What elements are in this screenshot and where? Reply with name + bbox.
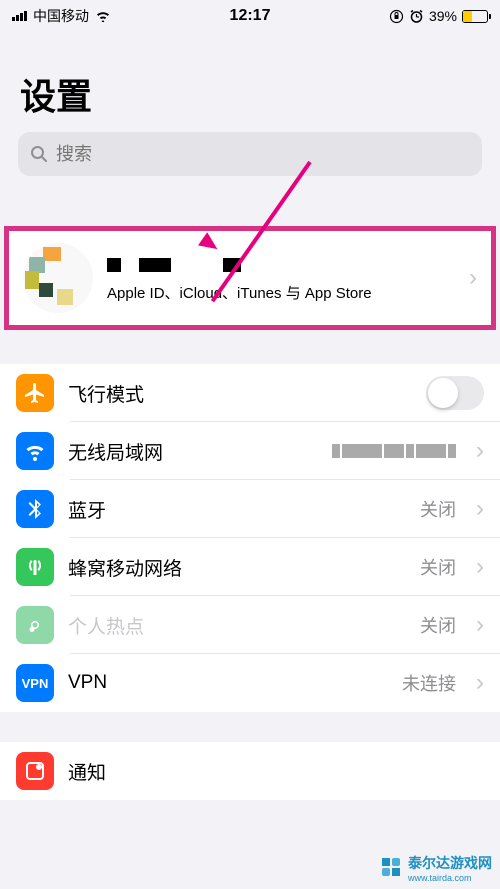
row-label: 无线局域网 <box>68 438 318 465</box>
status-bar: 中国移动 12:17 39% <box>0 0 500 32</box>
row-label: 个人热点 <box>68 612 406 639</box>
row-label: VPN <box>68 672 388 694</box>
notifications-icon <box>16 752 54 790</box>
search-input[interactable] <box>56 144 470 165</box>
wifi-icon <box>16 432 54 470</box>
row-label: 飞行模式 <box>68 380 412 407</box>
avatar <box>23 243 93 313</box>
search-icon <box>30 145 48 163</box>
hotspot-icon <box>16 606 54 644</box>
search-bar[interactable] <box>18 132 482 176</box>
vpn-icon: VPN <box>16 664 54 702</box>
row-cellular[interactable]: 蜂窝移动网络 关闭 › <box>0 538 500 596</box>
account-row[interactable]: Apple ID、iCloud、iTunes 与 App Store › <box>9 231 491 325</box>
account-name-redacted <box>107 254 449 272</box>
wifi-status-icon <box>95 10 111 22</box>
row-label: 通知 <box>68 758 484 785</box>
watermark: 泰尔达游戏网 www.tairda.com <box>380 853 492 883</box>
clock: 12:17 <box>171 7 330 25</box>
chevron-right-icon: › <box>476 669 484 697</box>
row-hotspot[interactable]: 个人热点 关闭 › <box>0 596 500 654</box>
row-airplane-mode[interactable]: 飞行模式 <box>0 364 500 422</box>
highlight-frame: Apple ID、iCloud、iTunes 与 App Store › <box>4 226 496 330</box>
row-value: 关闭 <box>420 496 456 522</box>
row-bluetooth[interactable]: 蓝牙 关闭 › <box>0 480 500 538</box>
signal-icon <box>12 11 27 21</box>
alarm-icon <box>409 9 424 24</box>
airplane-icon <box>16 374 54 412</box>
airplane-toggle[interactable] <box>426 376 484 410</box>
lock-rotation-icon <box>389 9 404 24</box>
cellular-icon <box>16 548 54 586</box>
chevron-right-icon: › <box>476 611 484 639</box>
row-value: 关闭 <box>420 612 456 638</box>
row-value: 关闭 <box>420 554 456 580</box>
chevron-right-icon: › <box>476 553 484 581</box>
chevron-right-icon: › <box>469 264 477 292</box>
row-wifi[interactable]: 无线局域网 › <box>0 422 500 480</box>
row-value: 未连接 <box>402 670 456 696</box>
row-label: 蓝牙 <box>68 496 406 523</box>
page-title: 设置 <box>20 68 480 120</box>
row-label: 蜂窝移动网络 <box>68 554 406 581</box>
wifi-value-redacted <box>332 444 456 458</box>
bluetooth-icon <box>16 490 54 528</box>
battery-percent: 39% <box>429 8 457 24</box>
carrier-label: 中国移动 <box>33 6 89 26</box>
account-subtitle: Apple ID、iCloud、iTunes 与 App Store <box>107 282 449 303</box>
chevron-right-icon: › <box>476 495 484 523</box>
battery-icon <box>462 10 488 23</box>
row-vpn[interactable]: VPN VPN 未连接 › <box>0 654 500 712</box>
chevron-right-icon: › <box>476 437 484 465</box>
row-notifications[interactable]: 通知 <box>0 742 500 800</box>
